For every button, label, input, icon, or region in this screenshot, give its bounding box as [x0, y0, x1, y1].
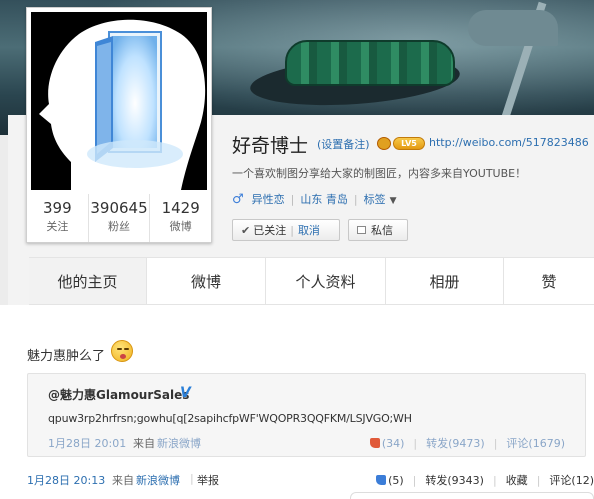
quoted-source-label: 来自: [133, 437, 155, 450]
banner-prow: [468, 10, 558, 46]
quoted-text: qpuw3rp2hrfrsn;gowhu[q[2sapihcfpWF'WQOPR…: [48, 412, 412, 425]
emoji-mouth: [120, 354, 126, 359]
post-source-label: 来自: [112, 474, 134, 487]
profile-bio: 一个喜欢制图分享给大家的制图匠，内容多来自YOUTUBE！: [232, 167, 527, 180]
like-icon[interactable]: [376, 475, 387, 485]
quoted-time-link[interactable]: 1月28日 20:01: [48, 435, 126, 451]
stat-posts[interactable]: 1429 微博: [150, 194, 211, 242]
avatar[interactable]: [31, 12, 207, 190]
action-divider: |: [413, 436, 418, 450]
tab-weibo[interactable]: 微博: [147, 258, 266, 304]
stat-following-count: 399: [43, 199, 72, 217]
follow-status-button[interactable]: ✔ 已关注 | 取消: [232, 219, 340, 241]
post-source-link[interactable]: 新浪微博: [136, 472, 180, 488]
profile-meta: ♂ 异性恋 | 山东 青岛 | 标签 ▼: [232, 191, 397, 207]
banner-boat-canopy: [285, 40, 455, 86]
post-footer: 1月28日 20:13 来自 新浪微博 | 举报 (5) | 转发(9343) …: [27, 472, 594, 488]
action-divider: |: [492, 473, 497, 487]
tab-album[interactable]: 相册: [386, 258, 504, 304]
post-actions: (5) | 转发(9343) | 收藏 | 评论(12): [376, 472, 594, 488]
tab-likes[interactable]: 赞: [504, 258, 594, 304]
action-divider: |: [493, 436, 498, 450]
post-favorite-link[interactable]: 收藏: [506, 472, 528, 488]
meta-divider: |: [353, 192, 358, 206]
following-label: 已关注: [253, 224, 287, 237]
profile-stats: 399 关注 390645 粉丝 1429 微博: [27, 194, 211, 242]
quoted-comment-link[interactable]: 评论(1679): [506, 435, 565, 451]
stat-posts-count: 1429: [161, 199, 200, 217]
stat-followers[interactable]: 390645 粉丝: [89, 194, 151, 242]
mail-icon: [357, 226, 366, 234]
button-divider: |: [290, 223, 294, 237]
location-link[interactable]: 山东 青岛: [300, 191, 348, 207]
profile-nav-tabs: 他的主页 微博 个人资料 相册 赞: [29, 257, 594, 305]
tab-profile-info[interactable]: 个人资料: [266, 258, 386, 304]
home-url-link[interactable]: http://weibo.com/517823486: [429, 136, 589, 149]
verified-icon: V: [180, 385, 191, 401]
action-divider: |: [190, 472, 194, 485]
stat-posts-label: 微博: [169, 220, 192, 233]
check-icon: ✔: [241, 223, 251, 237]
tab-home[interactable]: 他的主页: [29, 258, 147, 304]
quoted-like-count[interactable]: (34): [382, 437, 405, 450]
quoted-post: @魅力惠GlamourSales V qpuw3rp2hrfrsn;gowhu[…: [27, 373, 586, 457]
action-divider: |: [536, 473, 541, 487]
quoted-source-link[interactable]: 新浪微博: [157, 435, 201, 451]
quoted-repost-link[interactable]: 转发(9473): [426, 435, 485, 451]
male-icon: ♂: [232, 191, 244, 207]
tags-label: 标签: [363, 193, 386, 206]
private-message-button[interactable]: 私信: [348, 219, 408, 241]
tags-dropdown[interactable]: 标签 ▼: [364, 191, 397, 207]
report-link[interactable]: 举报: [197, 472, 219, 488]
post-repost-link[interactable]: 转发(9343): [425, 472, 484, 488]
emoji-eye: [124, 348, 129, 350]
crown-icon[interactable]: [377, 137, 391, 150]
avatar-card: 399 关注 390645 粉丝 1429 微博: [26, 7, 212, 243]
post-time-link[interactable]: 1月28日 20:13: [27, 472, 105, 488]
quoted-actions: (34) | 转发(9473) | 评论(1679): [369, 435, 565, 451]
action-divider: |: [412, 473, 417, 487]
chevron-down-icon: ▼: [389, 196, 397, 206]
unfollow-link[interactable]: 取消: [298, 222, 320, 238]
stat-following-label: 关注: [46, 220, 69, 233]
message-label: 私信: [371, 224, 393, 237]
vip-level-badge[interactable]: LV5: [393, 137, 425, 150]
post-like-count[interactable]: (5): [388, 474, 404, 487]
popup-edge: [350, 492, 594, 499]
shy-face-emoji-icon: [111, 340, 133, 362]
set-remark-link[interactable]: (设置备注): [317, 136, 370, 152]
like-icon[interactable]: [369, 438, 380, 448]
emoji-eye: [117, 348, 122, 350]
stat-followers-count: 390645: [90, 199, 148, 217]
stat-followers-label: 粉丝: [108, 220, 130, 233]
profile-name: 好奇博士: [232, 135, 309, 157]
quoted-author-link[interactable]: @魅力惠GlamourSales: [48, 386, 189, 403]
post-text: 魅力惠肿么了: [27, 349, 106, 364]
orientation-link[interactable]: 异性恋: [252, 191, 285, 207]
post-comment-link[interactable]: 评论(12): [549, 472, 594, 488]
stat-following[interactable]: 399 关注: [27, 194, 89, 242]
meta-divider: |: [290, 192, 295, 206]
